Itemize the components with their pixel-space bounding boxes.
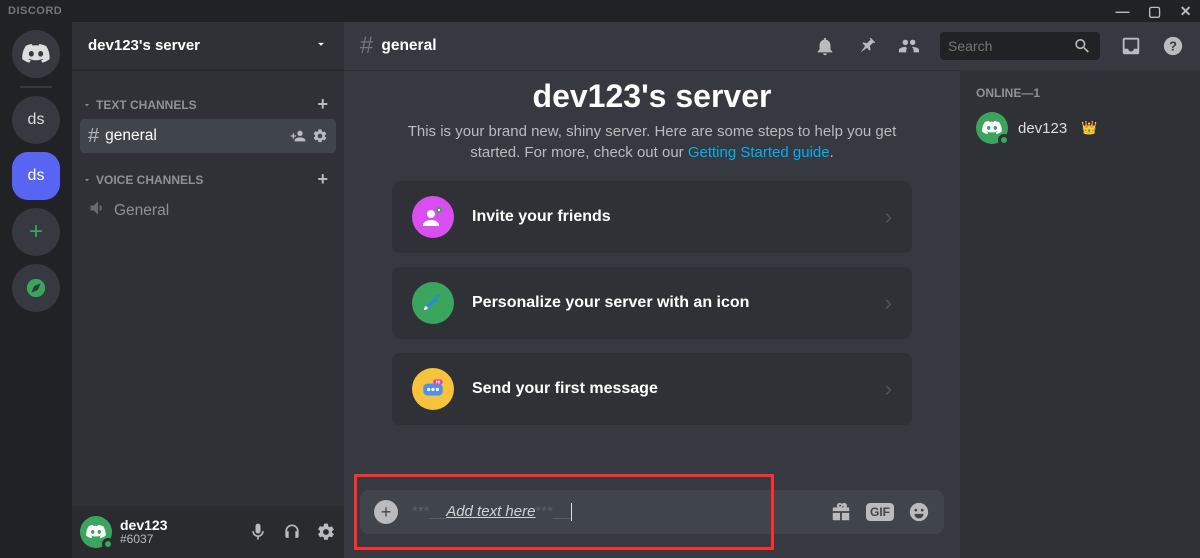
server-initials: ds <box>28 111 45 129</box>
add-server-button[interactable]: + <box>12 208 60 256</box>
text-channel-item[interactable]: # general <box>80 119 336 153</box>
members-panel: ONLINE—1 dev123 👑 <box>960 70 1200 558</box>
channel-title: general <box>381 37 436 55</box>
explore-servers-button[interactable] <box>12 264 60 312</box>
welcome-card-first-message[interactable]: Hi Send your first message › <box>392 353 912 425</box>
voice-channel-item[interactable]: General <box>80 194 336 228</box>
add-channel-button[interactable]: + <box>317 94 328 115</box>
chat-column: # general ? <box>344 22 1200 558</box>
gear-icon[interactable] <box>312 128 328 144</box>
member-name: dev123 <box>1018 120 1067 137</box>
server-header[interactable]: dev123's server <box>72 22 344 70</box>
hash-icon: # <box>360 32 373 60</box>
message-input[interactable]: ***__Add text here***__ <box>412 503 816 521</box>
guilds-separator <box>20 86 52 88</box>
app-wordmark: DISCORD <box>8 5 62 17</box>
window-maximize-button[interactable]: ▢ <box>1148 3 1162 20</box>
titlebar: DISCORD — ▢ ✕ <box>0 0 1200 22</box>
welcome-blurb-suffix: . <box>830 144 834 161</box>
status-online-icon <box>102 538 114 550</box>
server-pill-selected[interactable]: ds <box>12 152 60 200</box>
emoji-button[interactable] <box>908 501 930 523</box>
member-list-button[interactable] <box>898 35 920 57</box>
mute-mic-button[interactable] <box>248 522 268 542</box>
channel-name: general <box>105 127 157 145</box>
user-tag: #6037 <box>120 533 167 546</box>
getting-started-link[interactable]: Getting Started guide <box>688 144 830 161</box>
invite-icon[interactable] <box>290 128 306 144</box>
attach-button[interactable]: + <box>374 500 398 524</box>
compass-icon <box>25 277 47 299</box>
user-settings-button[interactable] <box>316 522 336 542</box>
avatar[interactable] <box>80 516 112 548</box>
deafen-button[interactable] <box>282 522 302 542</box>
channel-name: General <box>114 202 169 220</box>
help-button[interactable]: ? <box>1162 35 1184 57</box>
gift-button[interactable] <box>830 501 852 523</box>
chevron-right-icon: › <box>885 376 892 402</box>
welcome-card-invite[interactable]: Invite your friends › <box>392 181 912 253</box>
welcome-card-personalize[interactable]: Personalize your server with an icon › <box>392 267 912 339</box>
chevron-down-icon <box>82 175 92 185</box>
search-icon <box>1073 35 1092 57</box>
search-box[interactable] <box>940 32 1100 60</box>
discord-logo-icon <box>22 40 50 68</box>
window-minimize-button[interactable]: — <box>1116 3 1131 20</box>
pinned-messages-button[interactable] <box>856 35 878 57</box>
category-label: TEXT CHANNELS <box>96 98 197 112</box>
notifications-button[interactable] <box>814 35 836 57</box>
hash-icon: # <box>88 125 99 148</box>
chevron-down-icon <box>314 37 328 55</box>
chevron-right-icon: › <box>885 204 892 230</box>
members-online-header: ONLINE—1 <box>968 86 1192 108</box>
member-item[interactable]: dev123 👑 <box>968 108 1192 148</box>
plus-icon: + <box>29 218 43 246</box>
chat-bubble-icon: Hi <box>412 368 454 410</box>
svg-text:Hi: Hi <box>436 380 440 385</box>
add-channel-button[interactable]: + <box>317 169 328 190</box>
server-initials: ds <box>28 167 45 185</box>
channel-sidebar: dev123's server TEXT CHANNELS + # genera… <box>72 22 344 558</box>
category-header-text[interactable]: TEXT CHANNELS + <box>80 78 336 119</box>
welcome-blurb: This is your brand new, shiny server. He… <box>392 121 912 163</box>
status-online-icon <box>998 134 1010 146</box>
gif-button[interactable]: GIF <box>866 503 894 521</box>
avatar <box>976 112 1008 144</box>
text-caret <box>571 503 572 521</box>
welcome-card-label: Invite your friends <box>472 208 611 226</box>
message-composer[interactable]: + ***__Add text here***__ GIF <box>360 490 944 534</box>
speaker-icon <box>88 198 108 224</box>
welcome-panel: dev123's server This is your brand new, … <box>392 78 912 425</box>
search-input[interactable] <box>948 38 1069 54</box>
guilds-bar: ds ds + <box>0 22 72 558</box>
window-close-button[interactable]: ✕ <box>1180 3 1192 20</box>
username: dev123 <box>120 518 167 533</box>
invite-friends-icon <box>412 196 454 238</box>
category-label: VOICE CHANNELS <box>96 173 203 187</box>
message-text: Add text here <box>446 503 535 520</box>
chat-header: # general ? <box>344 22 1200 70</box>
server-name: dev123's server <box>88 37 200 54</box>
server-pill[interactable]: ds <box>12 96 60 144</box>
svg-text:?: ? <box>1169 39 1177 54</box>
welcome-card-label: Send your first message <box>472 380 658 398</box>
welcome-title: dev123's server <box>392 78 912 115</box>
inbox-button[interactable] <box>1120 35 1142 57</box>
welcome-card-label: Personalize your server with an icon <box>472 294 749 312</box>
user-info[interactable]: dev123 #6037 <box>120 518 167 547</box>
category-header-voice[interactable]: VOICE CHANNELS + <box>80 153 336 194</box>
markdown-syntax: ***__ <box>535 503 569 520</box>
owner-crown-icon: 👑 <box>1081 120 1097 136</box>
paintbrush-icon <box>412 282 454 324</box>
markdown-syntax: ***__ <box>412 503 446 520</box>
chevron-down-icon <box>82 100 92 110</box>
chevron-right-icon: › <box>885 290 892 316</box>
home-button[interactable] <box>12 30 60 78</box>
user-panel: dev123 #6037 <box>72 506 344 558</box>
